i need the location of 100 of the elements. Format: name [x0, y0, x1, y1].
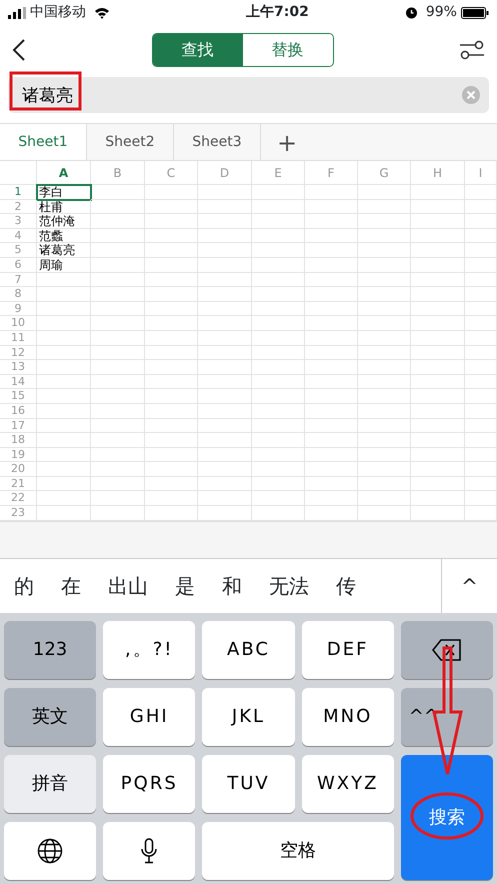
- table-cell: [465, 287, 497, 302]
- search-field[interactable]: 诸葛亮: [8, 77, 489, 113]
- candidate-word[interactable]: 出山: [108, 570, 148, 601]
- table-cell: [465, 258, 497, 273]
- table-cell: [198, 491, 252, 506]
- table-cell: [252, 185, 305, 200]
- table-cell: [91, 462, 145, 477]
- delete-key[interactable]: [400, 620, 493, 679]
- table-cell: [145, 360, 198, 375]
- table-cell: [91, 360, 145, 375]
- table-cell: [37, 330, 91, 346]
- battery-percent: 99%: [426, 3, 457, 22]
- segment-tab[interactable]: 查找: [152, 34, 242, 66]
- row-number: 4: [0, 228, 37, 244]
- table-cell: [305, 316, 358, 331]
- table-cell: [91, 302, 145, 316]
- candidate-word[interactable]: 无法: [269, 570, 309, 601]
- keyboard-key[interactable]: ABC: [202, 620, 295, 679]
- table-cell: [465, 200, 497, 214]
- table-cell: [198, 200, 252, 214]
- table-cell: [411, 330, 465, 346]
- candidate-word[interactable]: 是: [175, 570, 195, 601]
- keyboard-key[interactable]: ,。?!: [103, 620, 196, 679]
- table-cell: [252, 491, 305, 506]
- keyboard-key[interactable]: 123: [4, 620, 96, 679]
- table-cell: [411, 214, 465, 229]
- table-cell: [305, 302, 358, 316]
- table-cell: [411, 448, 465, 462]
- table-cell: [305, 462, 358, 477]
- keyboard-key[interactable]: WXYZ: [302, 754, 394, 813]
- candidate-word[interactable]: 和: [222, 570, 242, 601]
- keyboard-key[interactable]: TUV: [202, 754, 295, 813]
- column-header: H: [411, 161, 465, 185]
- settings-icon[interactable]: [459, 39, 485, 61]
- table-cell: [411, 302, 465, 316]
- table-cell: [305, 287, 358, 302]
- table-cell: [465, 476, 497, 492]
- globe-key[interactable]: [4, 822, 96, 880]
- table-cell: [305, 360, 358, 375]
- table-cell: [411, 287, 465, 302]
- table-cell: [145, 433, 198, 448]
- table-cell: [91, 374, 145, 390]
- table-cell: 范蠡: [37, 228, 91, 244]
- candidate-word[interactable]: 的: [14, 570, 34, 601]
- microphone-key[interactable]: [103, 822, 196, 880]
- table-cell: [358, 491, 411, 506]
- table-cell: [252, 243, 305, 258]
- row-number: 7: [0, 272, 37, 288]
- table-cell: [91, 418, 145, 434]
- table-cell: [198, 272, 252, 288]
- table-cell: [145, 346, 198, 360]
- table-cell: [145, 287, 198, 302]
- row-number: 14: [0, 374, 37, 390]
- candidate-word[interactable]: 在: [61, 570, 81, 601]
- table-cell: [411, 228, 465, 244]
- row-number: 22: [0, 491, 37, 506]
- table-cell: [37, 418, 91, 434]
- back-icon[interactable]: [12, 38, 26, 62]
- table-cell: [37, 374, 91, 390]
- row-number: 6: [0, 258, 37, 273]
- table-cell: [145, 491, 198, 506]
- table-cell: [465, 404, 497, 418]
- row-number: 21: [0, 476, 37, 492]
- row-number: 11: [0, 330, 37, 346]
- table-cell: [91, 491, 145, 506]
- table-cell: [145, 330, 198, 346]
- keyboard-key[interactable]: 英文: [4, 688, 96, 746]
- table-cell: [411, 258, 465, 273]
- table-cell: [198, 418, 252, 434]
- table-cell: [465, 185, 497, 200]
- table-cell: [305, 389, 358, 404]
- candidate-word[interactable]: 传: [336, 570, 356, 601]
- search-key[interactable]: 搜索: [400, 754, 493, 880]
- space-key[interactable]: 空格: [202, 822, 394, 880]
- table-cell: [465, 346, 497, 360]
- keyboard-key[interactable]: DEF: [302, 620, 394, 679]
- table-cell: [411, 360, 465, 375]
- row-number: 1: [0, 185, 37, 200]
- table-cell: 诸葛亮: [37, 243, 91, 258]
- table-cell: [37, 433, 91, 448]
- table-cell: [252, 448, 305, 462]
- keyboard-key[interactable]: PQRS: [103, 754, 196, 813]
- table-cell: [411, 346, 465, 360]
- alarm-icon: [404, 6, 418, 19]
- keyboard-key[interactable]: MNO: [302, 688, 394, 746]
- table-cell: 周瑜: [37, 258, 91, 273]
- table-cell: [91, 200, 145, 214]
- table-cell: [252, 330, 305, 346]
- sheet-tab[interactable]: Sheet1: [0, 124, 87, 160]
- keyboard-key[interactable]: GHI: [103, 688, 196, 746]
- table-cell: [465, 433, 497, 448]
- table-cell: [37, 404, 91, 418]
- table-cell: [358, 433, 411, 448]
- keyboard-key[interactable]: JKL: [202, 688, 295, 746]
- keyboard-key[interactable]: 拼音: [4, 754, 96, 813]
- table-cell: [465, 302, 497, 316]
- table-cell: [37, 448, 91, 462]
- table-cell: [37, 302, 91, 316]
- table-cell: [305, 433, 358, 448]
- table-cell: [358, 214, 411, 229]
